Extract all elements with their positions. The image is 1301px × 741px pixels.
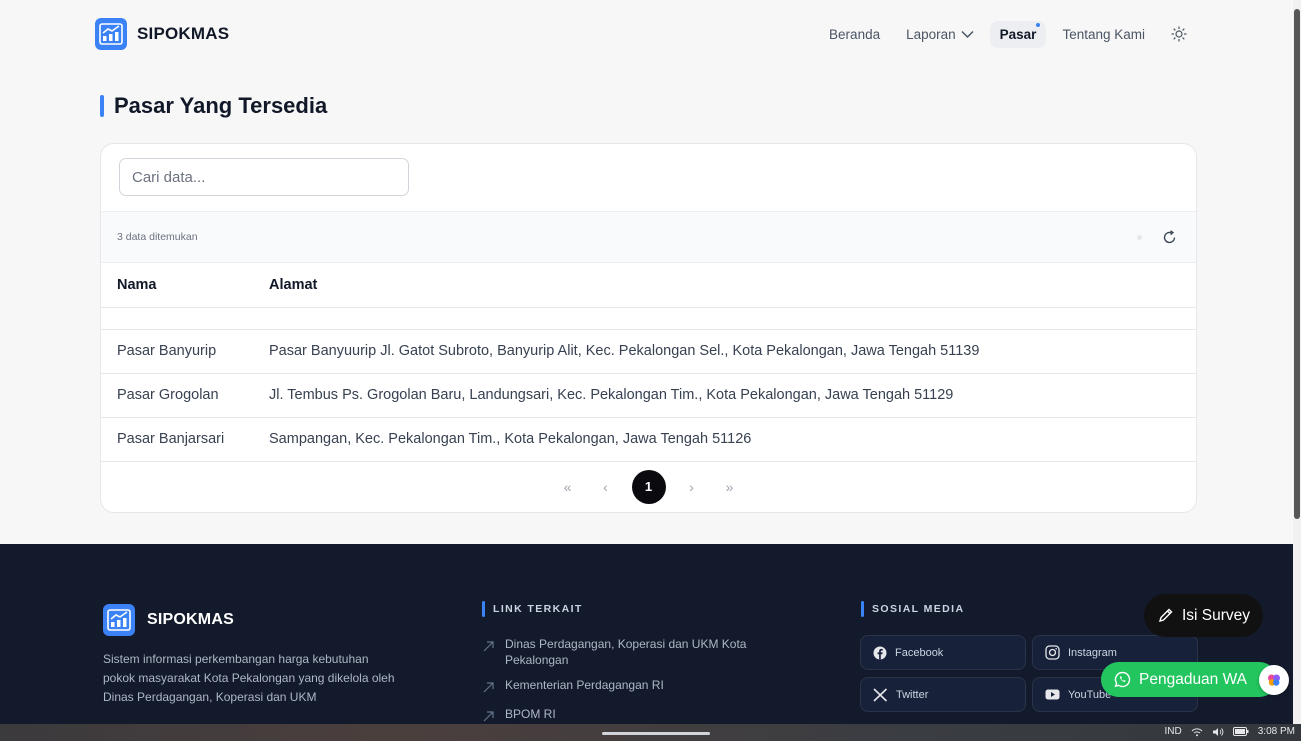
social-section-title: SOSIAL MEDIA — [861, 601, 964, 617]
x-twitter-icon — [873, 687, 888, 702]
facebook-icon — [873, 646, 887, 659]
last-page-button[interactable]: » — [718, 475, 742, 499]
battery-icon[interactable] — [1232, 727, 1249, 736]
cell-alamat: Jl. Tembus Ps. Grogolan Baru, Landungsar… — [269, 373, 1196, 418]
scrollbar-thumb[interactable] — [1294, 9, 1300, 519]
sun-icon — [1171, 26, 1187, 42]
brain-icon — [1268, 674, 1280, 686]
chart-logo-icon — [95, 18, 127, 50]
table-spacer-row — [101, 307, 1196, 330]
social-title-text: SOSIAL MEDIA — [872, 603, 965, 615]
whatsapp-label: Pengaduan WA — [1139, 670, 1248, 688]
page-title: Pasar Yang Tersedia — [114, 93, 328, 118]
social-twitter-link[interactable]: Twitter — [860, 677, 1026, 712]
pagination: « ‹ 1 › » — [101, 462, 1196, 512]
top-navbar: SIPOKMAS Beranda Laporan Pasar Tentang K… — [0, 8, 1293, 60]
instagram-icon — [1045, 645, 1060, 660]
link-label: Dinas Perdagangan, Koperasi dan UKM Kota… — [505, 637, 747, 667]
os-taskbar: IND 3:08 PM — [0, 724, 1301, 741]
social-label: Twitter — [896, 688, 929, 701]
current-page-button[interactable]: 1 — [631, 469, 666, 504]
isi-survey-button[interactable]: Isi Survey — [1144, 594, 1264, 637]
search-area — [101, 144, 1196, 211]
social-label: Instagram — [1068, 646, 1117, 659]
cell-alamat: Pasar Banyuurip Jl. Gatot Subroto, Banyu… — [269, 329, 1196, 374]
search-input[interactable] — [119, 158, 409, 196]
nav-beranda[interactable]: Beranda — [819, 21, 890, 48]
table-row[interactable]: Pasar Banyurip Pasar Banyuurip Jl. Gatot… — [101, 329, 1196, 374]
market-table: Nama Alamat Pasar Banyurip Pasar Banyuur… — [101, 263, 1196, 462]
page-scrollbar[interactable] — [1293, 0, 1301, 724]
nav-beranda-label: Beranda — [829, 26, 881, 42]
social-label: Facebook — [895, 646, 944, 659]
theme-toggle-button[interactable] — [1165, 20, 1193, 48]
external-arrow-icon — [483, 681, 495, 697]
footer-brand-name: SIPOKMAS — [147, 611, 234, 628]
link-label: BPOM RI — [505, 707, 556, 721]
site-footer: SIPOKMAS Sistem informasi perkembangan h… — [0, 544, 1293, 724]
links-section-title: LINK TERKAIT — [482, 601, 583, 617]
nav-tentang-kami[interactable]: Tentang Kami — [1052, 21, 1155, 48]
cell-alamat: Sampangan, Kec. Pekalongan Tim., Kota Pe… — [269, 417, 1196, 462]
assistant-floating-button[interactable] — [1259, 665, 1289, 695]
refresh-icon — [1163, 229, 1175, 243]
column-header-nama[interactable]: Nama — [101, 263, 269, 308]
nav-laporan-dropdown[interactable]: Laporan — [896, 21, 984, 48]
first-page-button[interactable]: « — [556, 475, 580, 499]
prev-page-button[interactable]: ‹ — [594, 475, 618, 499]
main-nav: Beranda Laporan Pasar Tentang Kami — [819, 20, 1193, 48]
title-accent-bar — [100, 95, 104, 117]
table-tools — [1137, 226, 1180, 248]
nav-tentang-kami-label: Tentang Kami — [1062, 26, 1145, 42]
links-title-text: LINK TERKAIT — [493, 603, 583, 615]
table-row[interactable]: Pasar Grogolan Jl. Tembus Ps. Grogolan B… — [101, 373, 1196, 418]
volume-icon[interactable] — [1212, 727, 1224, 737]
column-header-alamat[interactable]: Alamat — [269, 263, 1196, 308]
survey-label: Isi Survey — [1182, 606, 1251, 624]
whatsapp-icon — [1114, 671, 1131, 688]
results-meta-bar: 3 data ditemukan — [101, 211, 1196, 263]
footer-description: Sistem informasi perkembangan harga kebu… — [103, 652, 395, 704]
external-arrow-icon — [483, 640, 495, 668]
related-links: Dinas Perdagangan, Koperasi dan UKM Kota… — [483, 636, 793, 735]
link-bpom[interactable]: BPOM RI — [483, 706, 793, 726]
wifi-icon[interactable] — [1191, 727, 1203, 737]
table-header-row: Nama Alamat — [101, 263, 1196, 308]
nav-pasar[interactable]: Pasar — [989, 20, 1047, 48]
cell-nama: Pasar Grogolan — [101, 373, 269, 418]
youtube-icon — [1045, 689, 1060, 700]
language-indicator[interactable]: IND — [1165, 726, 1182, 737]
brand-name: SIPOKMAS — [137, 24, 230, 43]
section-accent-bar — [482, 601, 485, 617]
active-indicator-dot — [1036, 22, 1041, 27]
market-table-card: 3 data ditemukan Nama Alamat Pasar Banyu… — [100, 143, 1197, 513]
link-label: Kementerian Perdagangan RI — [505, 678, 664, 692]
pengaduan-wa-button[interactable]: Pengaduan WA — [1101, 662, 1277, 697]
pencil-icon — [1158, 608, 1173, 623]
page-heading: Pasar Yang Tersedia — [100, 93, 327, 119]
system-tray: IND 3:08 PM — [1165, 726, 1295, 737]
link-kementerian-perdagangan[interactable]: Kementerian Perdagangan RI — [483, 677, 793, 697]
results-count: 3 data ditemukan — [117, 231, 198, 243]
table-row[interactable]: Pasar Banjarsari Sampangan, Kec. Pekalon… — [101, 417, 1196, 462]
nav-pasar-label: Pasar — [999, 26, 1037, 42]
chevron-down-icon — [961, 30, 974, 38]
system-clock[interactable]: 3:08 PM — [1258, 726, 1295, 737]
chart-logo-icon — [103, 604, 135, 636]
loading-indicator-dot — [1137, 234, 1142, 240]
next-page-button[interactable]: › — [680, 475, 704, 499]
taskbar-handle[interactable] — [602, 732, 710, 735]
cell-nama: Pasar Banyurip — [101, 329, 269, 374]
footer-brand: SIPOKMAS — [103, 604, 234, 636]
nav-laporan-label: Laporan — [906, 26, 956, 42]
brand-logo-link[interactable]: SIPOKMAS — [95, 18, 229, 50]
section-accent-bar — [861, 601, 864, 617]
link-dinas-perdagangan[interactable]: Dinas Perdagangan, Koperasi dan UKM Kota… — [483, 636, 793, 668]
cell-nama: Pasar Banjarsari — [101, 417, 269, 462]
refresh-button[interactable] — [1158, 226, 1180, 248]
social-facebook-link[interactable]: Facebook — [860, 635, 1026, 670]
